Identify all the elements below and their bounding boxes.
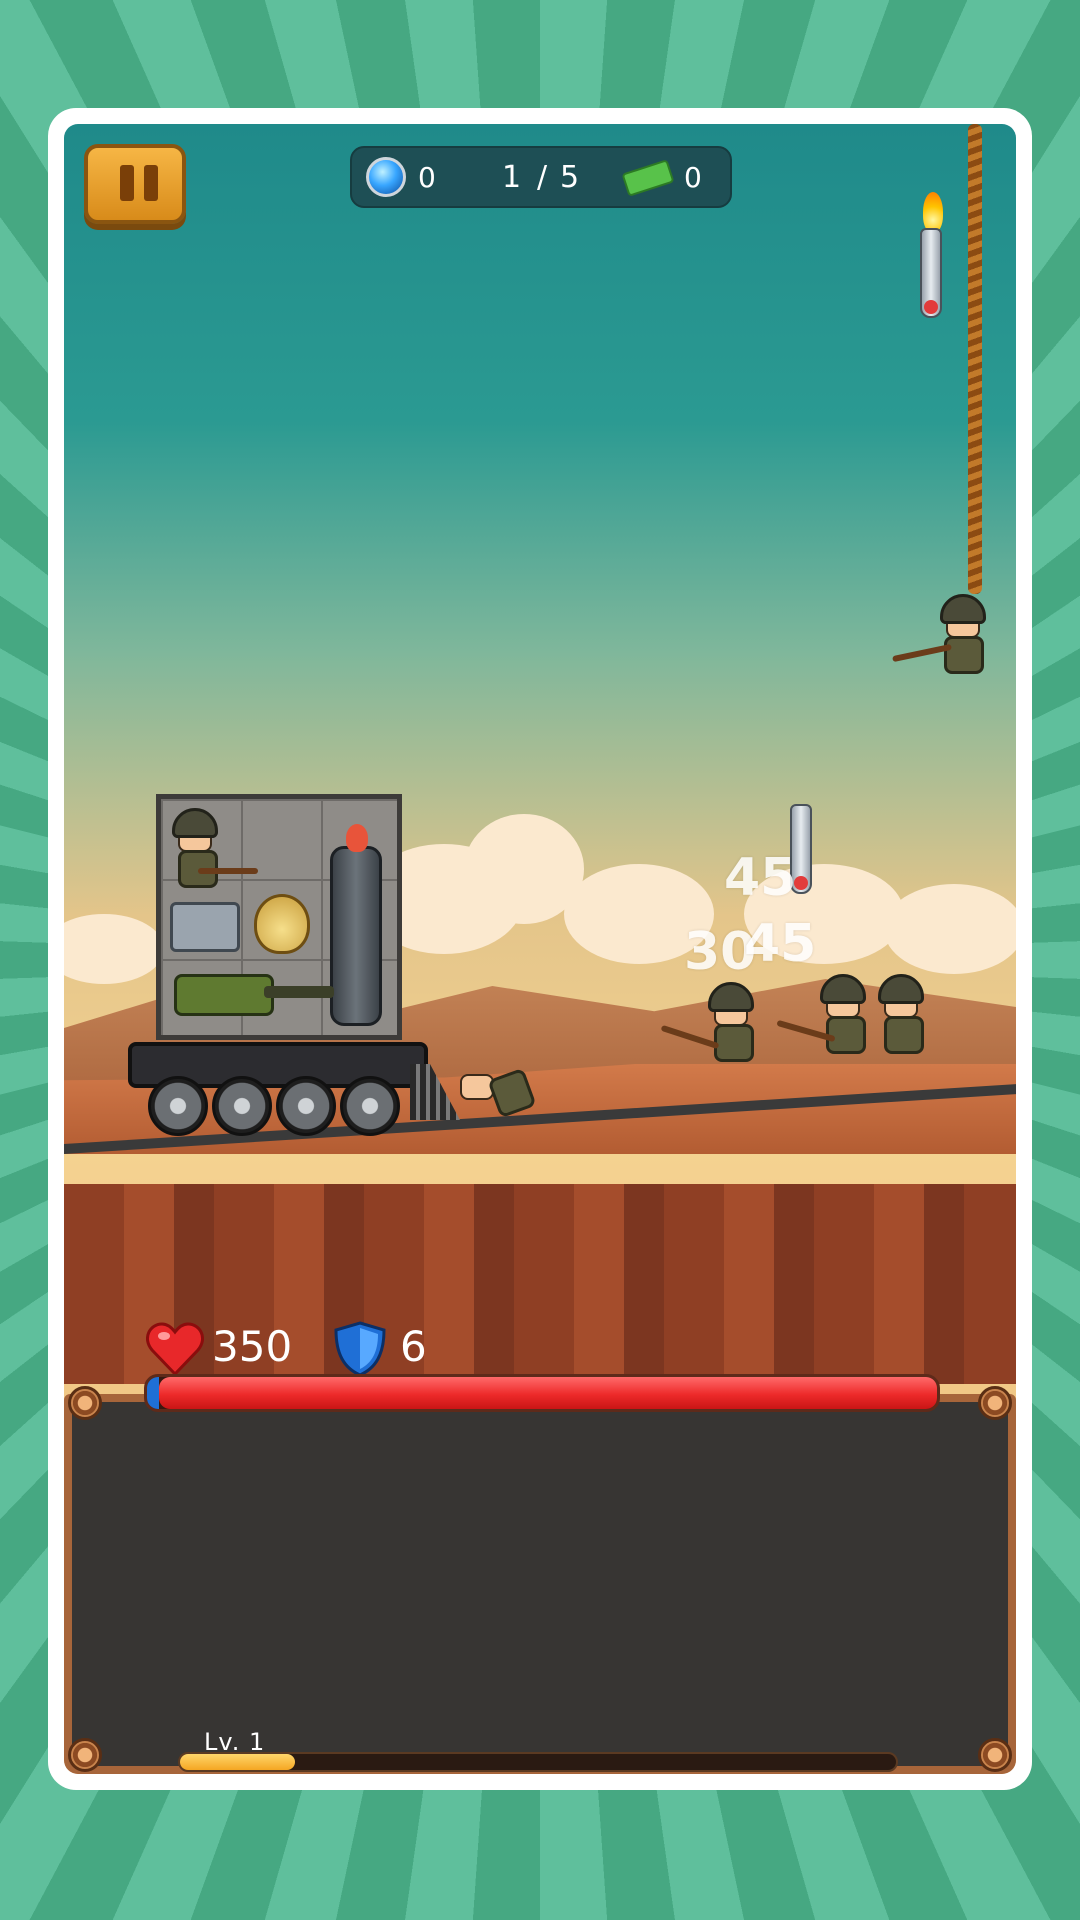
canyon-cliff (64, 1184, 1016, 1384)
hp-value: 350 (212, 1322, 293, 1371)
bolt-icon (68, 1386, 102, 1420)
soldier-helmet-icon (172, 808, 218, 838)
train-wheel (276, 1076, 336, 1136)
soldier-helmet-icon (820, 974, 866, 1004)
missile-tip (924, 300, 938, 314)
bolt-icon (978, 1386, 1012, 1420)
upgrade-panel (64, 1394, 1016, 1774)
rifle-icon (892, 643, 952, 663)
wave-total: 5 (560, 160, 580, 195)
pause-icon (144, 165, 158, 201)
soldier-helmet-icon (708, 982, 754, 1012)
cloud (884, 884, 1016, 974)
soldier-body (487, 1067, 537, 1119)
soldier-helmet-icon (878, 974, 924, 1004)
wave-current: 1 (502, 160, 522, 195)
train-wheel (148, 1076, 208, 1136)
bolt-icon (978, 1738, 1012, 1772)
soldier-helmet-icon (940, 594, 986, 624)
cloud (64, 914, 164, 984)
wave-separator: / (537, 160, 548, 195)
train-wheel (212, 1076, 272, 1136)
train-wheel (340, 1076, 400, 1136)
shield-bar-fill (147, 1377, 159, 1409)
enemy-soldier[interactable] (874, 974, 944, 1074)
wave-status-bar: 0 1 / 5 0 (350, 146, 732, 208)
hp-bar-fill (159, 1377, 937, 1409)
rocket-tip-icon (346, 824, 368, 852)
fallen-enemy-soldier (454, 1064, 544, 1119)
heart-icon (146, 1322, 204, 1376)
cash-count: 0 (684, 161, 702, 194)
damage-number: 45 (724, 848, 797, 908)
rappelling-enemy-soldier[interactable] (892, 594, 1002, 694)
gem-count: 0 (418, 161, 436, 194)
xp-bar-fill (180, 1754, 295, 1770)
damage-number: 45 (744, 914, 817, 974)
shield-value: 6 (400, 1322, 427, 1371)
train-gunner-soldier[interactable] (168, 808, 258, 888)
machine-gun-turret-icon[interactable] (174, 974, 274, 1016)
gem-icon (366, 157, 406, 197)
game-viewport: 45 30 45 0 1 / 5 0 350 6 Lv. 1 (64, 124, 1016, 1774)
toolbox-icon[interactable] (170, 902, 240, 952)
money-bag-icon[interactable] (254, 894, 310, 954)
cash-icon (621, 159, 675, 197)
missile-icon (920, 228, 942, 318)
game-frame: 45 30 45 0 1 / 5 0 350 6 Lv. 1 (48, 108, 1032, 1790)
shield-icon (334, 1321, 386, 1377)
rifle-icon (198, 868, 258, 874)
rope (968, 124, 982, 594)
soldier-body (944, 636, 984, 674)
fuel-tank-icon[interactable] (330, 846, 382, 1026)
bolt-icon (68, 1738, 102, 1772)
missile-flame-icon (923, 192, 943, 232)
soldier-body (884, 1016, 924, 1054)
soldier-body (714, 1024, 754, 1062)
pause-button[interactable] (84, 144, 186, 224)
turret-barrel (264, 986, 334, 998)
enemy-soldier[interactable] (660, 982, 774, 1082)
pause-icon (120, 165, 134, 201)
